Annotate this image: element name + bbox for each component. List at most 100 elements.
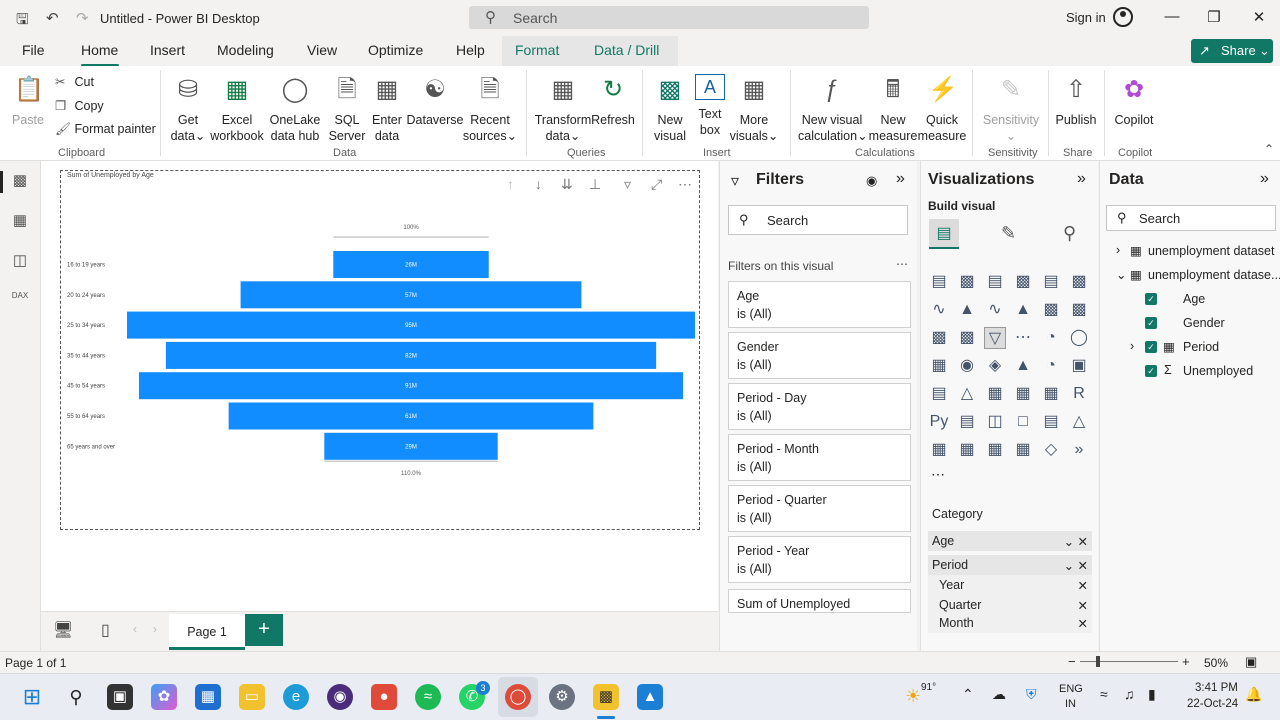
wifi-icon[interactable]: ≈: [1100, 686, 1108, 702]
field-well-month[interactable]: Month ✕: [928, 613, 1092, 633]
visual-type-icon[interactable]: ▩: [956, 271, 978, 293]
copilot-app-icon[interactable]: ✿: [151, 684, 177, 710]
get-data-button[interactable]: ⛁ Get data⌄: [166, 74, 210, 144]
funnel-visual[interactable]: Sum of Unemployed by Age ↑ ↓ ⇊ ⊥ ▿ ⤢ ⋯ 1…: [60, 170, 700, 530]
text-box-button[interactable]: A Text box: [692, 74, 728, 138]
language-label[interactable]: ENG: [1059, 683, 1083, 695]
chevron-up-icon[interactable]: ⌃: [962, 686, 974, 703]
new-visual-button[interactable]: ▩ New visual: [648, 74, 692, 144]
copy-button[interactable]: ❐ Copy: [55, 98, 104, 113]
photos-icon[interactable]: ▲: [637, 684, 663, 710]
excel-workbook-button[interactable]: ▦ Excel workbook: [208, 74, 266, 144]
save-icon[interactable]: 🖫: [16, 9, 29, 34]
visual-type-icon[interactable]: ▲: [956, 299, 978, 321]
store-icon[interactable]: ▦: [195, 684, 221, 710]
power-bi-icon[interactable]: ▩: [593, 684, 619, 710]
collapse-ribbon-icon[interactable]: ⌃: [1264, 142, 1274, 156]
tab-optimize[interactable]: Optimize: [368, 42, 423, 58]
collapse-pane-icon[interactable]: »: [896, 170, 905, 188]
page-tab[interactable]: Page 1: [169, 614, 245, 650]
visual-type-icon[interactable]: ▩: [956, 327, 978, 349]
copilot-button[interactable]: ✿ Copilot: [1110, 74, 1158, 128]
visual-type-icon[interactable]: ▦: [1040, 383, 1062, 405]
dataverse-button[interactable]: ☯ Dataverse: [406, 74, 464, 128]
chevron-right-icon[interactable]: ›: [1116, 243, 1120, 257]
field-unemployed[interactable]: Unemployed: [1183, 364, 1253, 378]
table-unemployment-dataset[interactable]: unemployment dataset: [1148, 244, 1274, 258]
more-visuals-button[interactable]: ▦ More visuals⌄: [728, 74, 780, 144]
dax-query-view-icon[interactable]: DAX: [10, 291, 30, 311]
recent-sources-button[interactable]: 🗎 Recent sources⌄: [462, 74, 518, 144]
spotify-icon[interactable]: ≈: [415, 684, 441, 710]
task-view-icon[interactable]: ▣: [107, 684, 133, 710]
visual-type-icon[interactable]: ▲: [1012, 355, 1034, 377]
next-page-icon[interactable]: ›: [153, 622, 157, 636]
visual-type-icon[interactable]: ▦: [1012, 383, 1034, 405]
visual-type-icon[interactable]: △: [956, 383, 978, 405]
tab-view[interactable]: View: [307, 42, 337, 58]
new-measure-button[interactable]: 🖩 New measure: [868, 74, 918, 144]
tab-modeling[interactable]: Modeling: [217, 42, 274, 58]
paste-button[interactable]: 📋 Paste: [10, 74, 46, 128]
visual-type-icon[interactable]: ▦: [984, 383, 1006, 405]
visual-type-icon[interactable]: ∿: [928, 299, 950, 321]
zoom-in-icon[interactable]: +: [1182, 654, 1190, 669]
visual-type-icon[interactable]: ▤: [1040, 271, 1062, 293]
quick-measure-button[interactable]: ⚡ Quick measure: [916, 74, 968, 144]
field-gender[interactable]: Gender: [1183, 316, 1225, 330]
tab-home[interactable]: Home: [81, 42, 118, 58]
visual-type-icon[interactable]: ◔: [1040, 355, 1062, 377]
visual-type-icon[interactable]: ◉: [956, 355, 978, 377]
data-search-input[interactable]: ⚲ Search: [1106, 205, 1276, 231]
visual-type-icon[interactable]: ▤: [928, 383, 950, 405]
visual-type-icon[interactable]: ▩: [928, 327, 950, 349]
visual-type-icon[interactable]: △: [1068, 411, 1090, 433]
model-view-icon[interactable]: ◫: [10, 251, 30, 271]
visual-type-icon[interactable]: □: [1012, 411, 1034, 433]
analytics-icon[interactable]: ⚲: [1063, 223, 1076, 244]
volume-icon[interactable]: ♫: [1124, 686, 1135, 702]
checkbox-checked-icon[interactable]: ✓: [1145, 293, 1157, 305]
filter-card-period-year[interactable]: Period - Year is (All): [728, 536, 911, 583]
visual-type-icon[interactable]: ▤: [956, 411, 978, 433]
visual-type-icon[interactable]: ▤: [984, 271, 1006, 293]
refresh-button[interactable]: ↻ Refresh: [590, 74, 636, 128]
field-well-year[interactable]: Year ✕: [928, 575, 1092, 595]
chrome-icon[interactable]: ◯: [505, 684, 531, 710]
redo-icon[interactable]: ↷: [76, 9, 89, 27]
filter-card-age[interactable]: Age is (All): [728, 281, 911, 328]
filters-search-input[interactable]: ⚲ Search: [728, 205, 908, 235]
visual-type-icon[interactable]: ▦: [928, 355, 950, 377]
weather-icon[interactable]: ☀: [905, 686, 921, 707]
undo-icon[interactable]: ↶: [46, 9, 59, 27]
collapse-pane-icon[interactable]: »: [1077, 170, 1086, 188]
visual-type-icon[interactable]: ▣: [1068, 355, 1090, 377]
battery-icon[interactable]: ▮: [1148, 686, 1156, 703]
cut-button[interactable]: ✂ Cut: [55, 74, 94, 89]
filter-card-period-day[interactable]: Period - Day is (All): [728, 383, 911, 430]
publish-button[interactable]: ⇧ Publish: [1054, 74, 1098, 128]
visual-type-icon[interactable]: ▩: [1040, 299, 1062, 321]
remove-field-icon[interactable]: ⌄ ✕: [1064, 558, 1088, 573]
more-visuals-icon[interactable]: ⋯: [931, 466, 945, 483]
minimize-icon[interactable]: —: [1162, 8, 1182, 25]
fit-to-page-icon[interactable]: ▣: [1245, 654, 1257, 670]
tab-insert[interactable]: Insert: [150, 42, 185, 58]
new-visual-calculation-button[interactable]: ƒ New visual calculation⌄: [798, 74, 868, 144]
remove-field-icon[interactable]: ✕: [1078, 578, 1088, 593]
checkbox-checked-icon[interactable]: ✓: [1145, 317, 1157, 329]
visual-type-icon[interactable]: ▩: [1068, 299, 1090, 321]
field-age[interactable]: Age: [1183, 292, 1205, 306]
field-well-period[interactable]: Period ⌄ ✕: [928, 555, 1092, 575]
mobile-layout-icon[interactable]: ▯: [101, 620, 110, 640]
visual-type-icon[interactable]: ▦: [1012, 439, 1034, 461]
file-explorer-icon[interactable]: ▭: [239, 684, 265, 710]
zoom-slider[interactable]: [1080, 661, 1178, 662]
visual-type-icon[interactable]: ▤: [1040, 411, 1062, 433]
format-visual-icon[interactable]: ✎: [1001, 223, 1016, 244]
tab-help[interactable]: Help: [456, 42, 485, 58]
visual-type-icon[interactable]: ◇: [1040, 439, 1062, 461]
app-circle-icon[interactable]: ◉: [327, 684, 353, 710]
clock-time[interactable]: 3:41 PM: [1195, 682, 1238, 694]
account-icon[interactable]: [1113, 7, 1133, 27]
